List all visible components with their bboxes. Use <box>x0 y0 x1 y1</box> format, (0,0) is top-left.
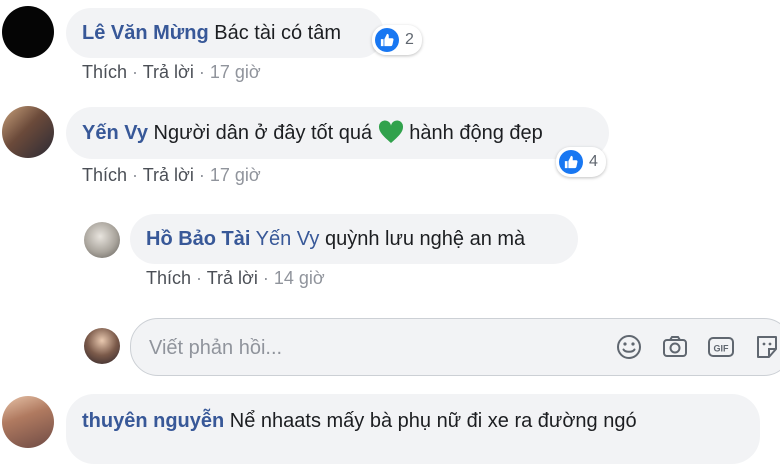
reply-link[interactable]: Trả lời <box>143 165 194 185</box>
comment-author[interactable]: Lê Văn Mừng <box>82 22 209 44</box>
like-link[interactable]: Thích <box>146 268 191 288</box>
comment-author[interactable]: Yến Vy <box>82 122 148 144</box>
gif-icon[interactable]: GIF <box>707 333 735 361</box>
reply-actions: Thích · Trả lời · 14 giờ <box>146 268 325 288</box>
reply-bubble: Hồ Bảo Tài Yến Vy quỳnh lưu nghệ an mà <box>130 214 578 264</box>
comment-text: Bác tài có tâm <box>214 22 341 44</box>
reaction-number: 4 <box>589 153 598 170</box>
reply-link[interactable]: Trả lời <box>143 62 194 82</box>
reply-text: quỳnh lưu nghệ an mà <box>324 228 526 250</box>
comment-bubble: Lê Văn Mừng Bác tài có tâm <box>66 8 384 58</box>
reply-composer: GIF <box>130 318 780 376</box>
reaction-count[interactable]: 2 <box>372 25 422 55</box>
reply-author[interactable]: Hồ Bảo Tài <box>146 228 250 250</box>
reply-link[interactable]: Trả lời <box>207 268 258 288</box>
like-link[interactable]: Thích <box>82 62 127 82</box>
avatar[interactable] <box>2 6 54 58</box>
avatar[interactable] <box>2 396 54 448</box>
camera-icon[interactable] <box>661 333 689 361</box>
avatar[interactable] <box>2 106 54 158</box>
reaction-count[interactable]: 4 <box>556 147 606 177</box>
svg-text:GIF: GIF <box>714 344 730 354</box>
comment-text: Nể nhaats mấy bà phụ nữ đi xe ra đường n… <box>229 410 637 432</box>
timestamp[interactable]: 17 giờ <box>210 165 261 185</box>
like-reaction-icon <box>375 28 399 52</box>
emoji-icon[interactable] <box>615 333 643 361</box>
current-user-avatar <box>84 328 120 364</box>
comment-text: Người dân ở đây tốt quá <box>153 122 373 144</box>
comment-text-after: hành động đẹp <box>409 122 543 144</box>
reply-input[interactable] <box>147 333 581 363</box>
comment-author[interactable]: thuyên nguyễn <box>82 410 224 432</box>
like-reaction-icon <box>559 150 583 174</box>
timestamp[interactable]: 14 giờ <box>274 268 325 288</box>
comment-actions: Thích · Trả lời · 17 giờ <box>82 62 261 82</box>
avatar[interactable] <box>84 222 120 258</box>
timestamp[interactable]: 17 giờ <box>210 62 261 82</box>
green-heart-icon <box>378 120 403 143</box>
reaction-number: 2 <box>405 31 414 48</box>
sticker-icon[interactable] <box>753 333 780 361</box>
like-link[interactable]: Thích <box>82 165 127 185</box>
comment-bubble: thuyên nguyễn Nể nhaats mấy bà phụ nữ đi… <box>66 394 760 464</box>
comment-bubble: Yến Vy Người dân ở đây tốt quá hành động… <box>66 107 609 159</box>
comment-actions: Thích · Trả lời · 17 giờ <box>82 165 261 185</box>
mention-link[interactable]: Yến Vy <box>256 228 320 250</box>
